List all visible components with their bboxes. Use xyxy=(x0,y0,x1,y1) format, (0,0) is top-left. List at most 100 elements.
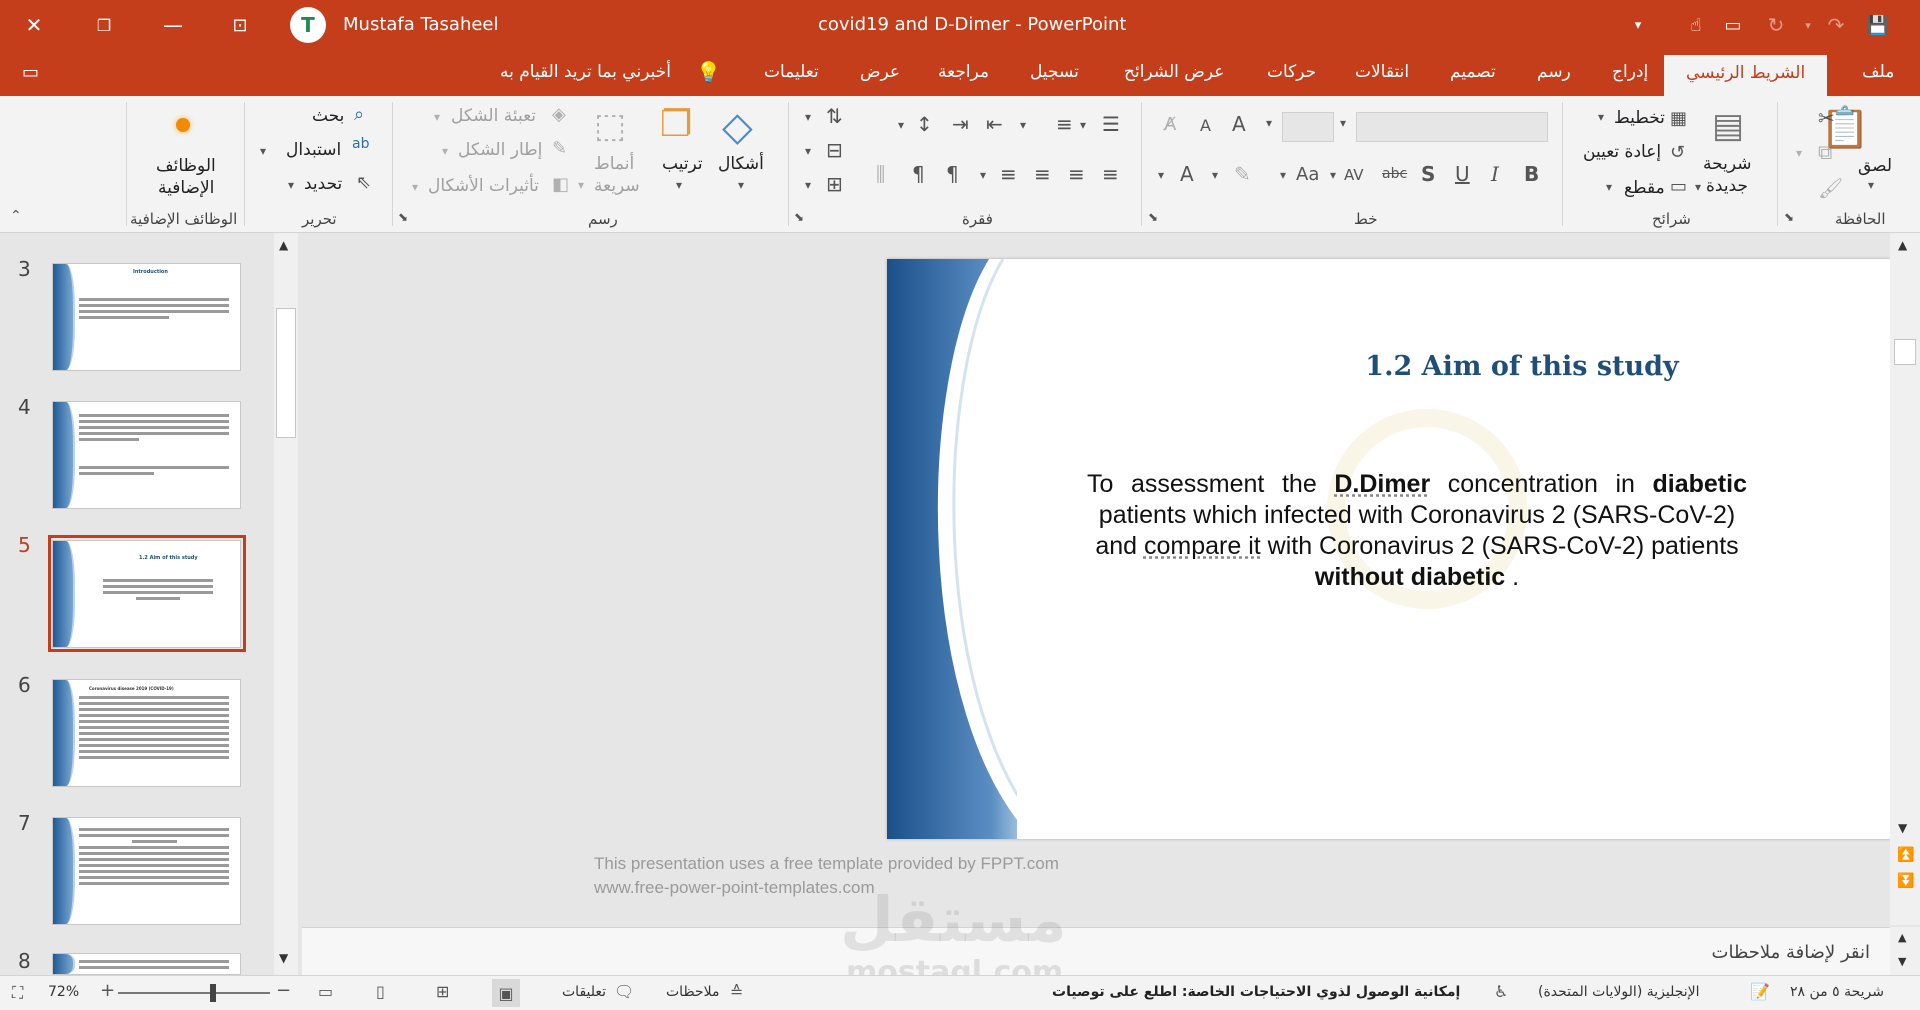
drawing-launcher-icon[interactable]: ⬊ xyxy=(398,210,408,224)
shapes-dropdown-icon[interactable]: ▾ xyxy=(738,178,744,192)
notes-placeholder[interactable]: انقر لإضافة ملاحظات xyxy=(1712,942,1870,963)
tab-design[interactable]: تصميم xyxy=(1450,62,1496,82)
touch-mode-icon[interactable]: ☝ xyxy=(1678,8,1714,42)
select-icon[interactable]: ⇖ xyxy=(356,172,371,193)
notes-pane[interactable]: انقر لإضافة ملاحظات xyxy=(302,927,1890,975)
grow-font-icon[interactable]: A xyxy=(1232,112,1246,136)
cut-icon[interactable]: ✂ xyxy=(1818,106,1835,130)
present-icon[interactable]: ▭ xyxy=(1715,8,1751,42)
shapes-label[interactable]: أشكال xyxy=(718,154,764,174)
shape-fill-icon[interactable]: ◈ xyxy=(552,104,566,125)
scroll-down-icon[interactable]: ▼ xyxy=(279,951,288,965)
close-icon[interactable]: ✕ xyxy=(16,8,52,42)
collapse-ribbon-icon[interactable]: ⌃ xyxy=(10,208,22,224)
decrease-indent-icon[interactable]: ⇤ xyxy=(986,112,1003,136)
customize-qat-icon[interactable]: ▾ xyxy=(1620,8,1656,42)
line-spacing-icon[interactable]: ↕ xyxy=(916,112,933,136)
zoom-level[interactable]: 72% xyxy=(48,984,79,1000)
paragraph-launcher-icon[interactable]: ⬊ xyxy=(794,210,804,224)
section-icon[interactable]: ▭ xyxy=(1670,176,1687,197)
shape-effects-icon[interactable]: ◧ xyxy=(552,174,569,195)
section-dropdown-icon[interactable]: ▾ xyxy=(1606,180,1612,194)
font-size-dropdown-icon[interactable]: ▾ xyxy=(1266,116,1272,130)
shape-outline-icon[interactable]: ✎ xyxy=(552,138,567,159)
tab-help[interactable]: تعليمات xyxy=(764,62,819,82)
select-dropdown-icon[interactable]: ▾ xyxy=(288,178,294,192)
repeat-icon[interactable]: ↻ xyxy=(1758,8,1794,42)
replace-dropdown-icon[interactable]: ▾ xyxy=(260,144,266,158)
font-color-button[interactable]: A xyxy=(1180,162,1194,186)
next-slide-icon[interactable]: ⏬ xyxy=(1897,873,1914,889)
tab-insert[interactable]: إدراج xyxy=(1612,62,1648,82)
underline-button[interactable]: U xyxy=(1455,162,1470,186)
scroll-up-icon[interactable]: ▲ xyxy=(1898,238,1907,252)
new-slide-label-2[interactable]: جديدة xyxy=(1706,176,1748,196)
paste-dropdown-icon[interactable]: ▾ xyxy=(1868,178,1874,192)
bullets-dropdown-icon[interactable]: ▾ xyxy=(1080,118,1086,132)
avatar[interactable]: T xyxy=(290,7,326,43)
comments-button[interactable]: تعليقات xyxy=(562,984,606,1000)
zoom-in-icon[interactable]: + xyxy=(100,980,115,1001)
previous-slide-icon[interactable]: ⏫ xyxy=(1897,847,1914,863)
tab-transitions[interactable]: انتقالات xyxy=(1355,62,1409,82)
reading-view-icon[interactable]: ▯ xyxy=(376,982,385,1001)
minimize-icon[interactable]: — xyxy=(155,8,191,42)
comments-icon[interactable]: ▭ xyxy=(22,62,39,83)
character-spacing-button[interactable]: AV xyxy=(1344,166,1364,184)
increase-indent-icon[interactable]: ⇥ xyxy=(952,112,969,136)
arrange-label[interactable]: ترتيب xyxy=(662,154,703,174)
save-icon[interactable]: 💾 xyxy=(1860,8,1896,42)
align-right-icon[interactable]: ≡ xyxy=(1102,162,1119,186)
zoom-slider-track[interactable] xyxy=(118,992,270,994)
restore-icon[interactable]: ❐ xyxy=(86,8,122,42)
ltr-icon[interactable]: ¶ xyxy=(912,162,925,186)
font-name-combo[interactable] xyxy=(1356,112,1548,142)
zoom-out-icon[interactable]: − xyxy=(276,980,291,1001)
slideshow-view-icon[interactable]: ▭ xyxy=(318,982,333,1001)
case-dropdown-icon[interactable]: ▾ xyxy=(1280,168,1286,182)
quick-styles-label-1[interactable]: أنماط xyxy=(594,154,634,174)
align-text-icon[interactable]: ⊟ xyxy=(826,138,843,162)
thumbnail-slide-5[interactable]: 1.2 Aim of this study xyxy=(52,540,241,648)
justify-icon[interactable]: ≡ xyxy=(1068,162,1085,186)
shape-fill-dropdown-icon[interactable]: ▾ xyxy=(434,110,440,124)
shadow-button[interactable]: S xyxy=(1421,162,1435,186)
thumbnail-slide-4[interactable] xyxy=(52,401,241,509)
addins-label-2[interactable]: الإضافية xyxy=(158,178,214,198)
scroll-down-icon[interactable]: ▼ xyxy=(1898,821,1907,835)
find-icon[interactable]: ⌕ xyxy=(354,104,364,125)
smartart-icon[interactable]: ⊞ xyxy=(826,172,843,196)
shapes-icon[interactable]: ◇ xyxy=(722,104,753,150)
scroll-up-icon[interactable]: ▲ xyxy=(1898,931,1906,944)
reset-icon[interactable]: ↺ xyxy=(1670,142,1685,163)
addins-icon[interactable] xyxy=(176,118,190,132)
tab-file[interactable]: ملف xyxy=(1862,62,1894,82)
columns-icon[interactable]: ⫼ xyxy=(876,162,885,186)
replace-button[interactable]: استبدال xyxy=(286,140,341,160)
text-direction-dropdown-icon[interactable]: ▾ xyxy=(805,110,811,124)
thumbnail-slide-6[interactable]: Coronavirus disease 2019 (COVID-19) xyxy=(52,679,241,787)
clear-formatting-icon[interactable]: A̸ xyxy=(1164,114,1176,135)
layout-dropdown-icon[interactable]: ▾ xyxy=(1598,110,1604,124)
section-button[interactable]: مقطع xyxy=(1624,178,1665,198)
zoom-slider-thumb[interactable] xyxy=(210,984,216,1002)
columns-dropdown-icon[interactable]: ▾ xyxy=(980,168,986,182)
shape-effects-dropdown-icon[interactable]: ▾ xyxy=(412,180,418,194)
select-button[interactable]: تحديد xyxy=(304,174,342,194)
tab-draw[interactable]: رسم xyxy=(1537,62,1571,82)
quick-styles-icon[interactable]: ⬚ xyxy=(594,106,626,146)
quick-styles-dropdown-icon[interactable]: ▾ xyxy=(578,178,584,192)
slide-title[interactable]: 1.2 Aim of this study xyxy=(887,351,1917,382)
change-case-button[interactable]: Aa xyxy=(1296,164,1319,185)
tab-view[interactable]: عرض xyxy=(860,62,900,82)
numbering-icon[interactable]: ≡ xyxy=(1056,112,1073,136)
numbering-dropdown-icon[interactable]: ▾ xyxy=(1020,118,1026,132)
new-slide-icon[interactable]: ▤ xyxy=(1712,106,1744,146)
clipboard-launcher-icon[interactable]: ⬊ xyxy=(1784,210,1794,224)
new-slide-dropdown-icon[interactable]: ▾ xyxy=(1695,180,1701,194)
bullets-icon[interactable]: ☰ xyxy=(1102,112,1120,136)
thumbnail-slide-8[interactable] xyxy=(52,953,241,975)
slide-body[interactable]: To assessment the D.Dimer concentration … xyxy=(1087,469,1747,593)
copy-icon[interactable]: ⧉ xyxy=(1818,140,1832,164)
tab-review[interactable]: مراجعة xyxy=(938,62,989,82)
